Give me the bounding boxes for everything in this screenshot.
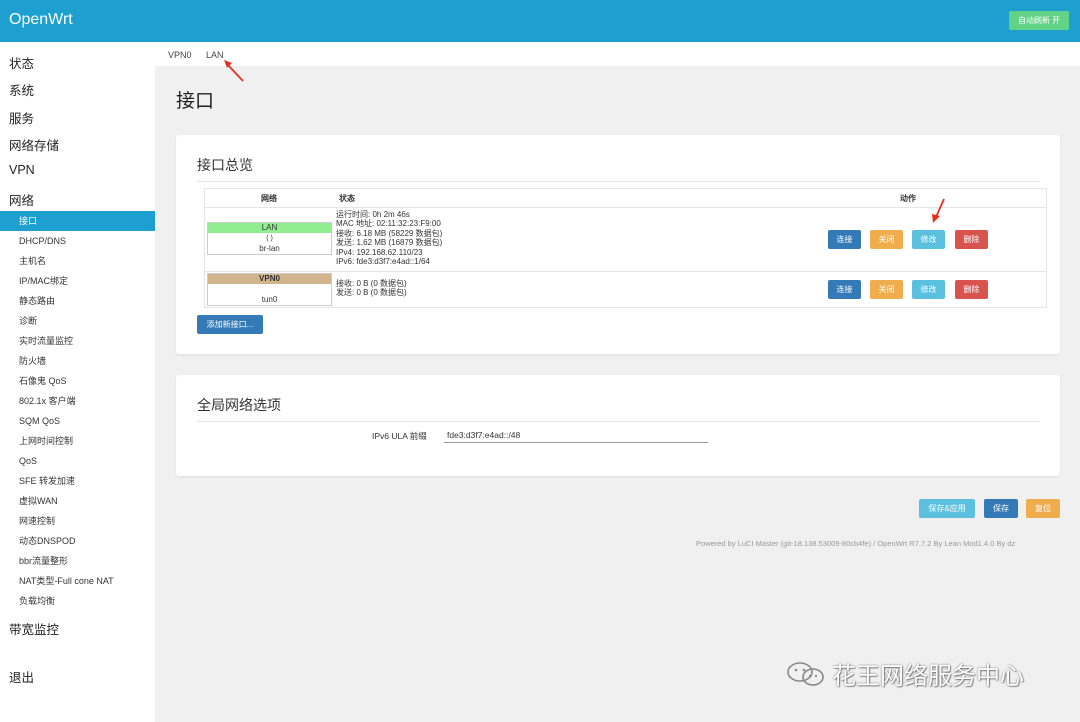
sidebar-item-status[interactable]: 状态 [9,53,34,72]
sidebar-subitem-speed-limit[interactable]: 网速控制 [0,511,155,531]
sidebar-subitem-dnspod[interactable]: 动态DNSPOD [0,531,155,551]
vpn0-stop-button[interactable]: 关闭 [870,280,903,299]
sidebar-item-nas[interactable]: 网络存储 [9,135,59,154]
lan-badge[interactable]: LAN ( ) br-lan [207,222,332,255]
sidebar-item-bandwidth[interactable]: 带宽监控 [9,619,59,638]
red-arrow-icon [224,60,244,82]
save-apply-button[interactable]: 保存&应用 [919,499,975,518]
sidebar-subitem-hostnames[interactable]: 主机名 [0,251,155,271]
interface-tabs: VPN0 LAN [155,42,1080,66]
global-options-title: 全局网络选项 [197,397,281,413]
vpn0-edit-button[interactable]: 修改 [912,280,945,299]
sidebar-subitem-static-routes[interactable]: 静态路由 [0,291,155,311]
vpn0-name: VPN0 [208,274,331,284]
ula-prefix-label: IPv6 ULA 前缀 [372,431,427,441]
sidebar-subitem-ip-mac-bind[interactable]: IP/MAC绑定 [0,271,155,291]
vpn0-badge[interactable]: VPN0 tun0 [207,273,332,306]
sidebar-subitem-gargoyle-qos[interactable]: 石像鬼 QoS [0,371,155,391]
lan-tx: 发送: 1.62 MB (16879 数据包) [336,238,443,248]
sidebar-subitem-time-control[interactable]: 上网时间控制 [0,431,155,451]
col-network: 网络 [261,194,277,203]
sidebar-subitem-8021x-client[interactable]: 802.1x 客户端 [0,391,155,411]
auto-refresh-button[interactable]: 自动刷新 开 [1009,11,1069,30]
col-actions: 动作 [900,194,916,203]
tunnel-icon [208,284,331,295]
sidebar-subitem-firewall[interactable]: 防火墙 [0,351,155,371]
top-bar: OpenWrt 自动刷新 开 [0,0,1080,42]
red-arrow-icon [932,198,945,223]
sidebar-subitem-bbr[interactable]: bbr流量整形 [0,551,155,571]
sidebar-subitem-interfaces[interactable]: 接口 [0,211,155,231]
lan-name: LAN [208,223,331,233]
sidebar-subitem-nat-type[interactable]: NAT类型-Full cone NAT [0,571,155,591]
wechat-icon [787,662,824,686]
brand-logo[interactable]: OpenWrt [9,11,73,29]
lan-stop-button[interactable]: 关闭 [870,230,903,249]
lan-edit-button[interactable]: 修改 [912,230,945,249]
page-title: 接口 [176,91,215,112]
sidebar-subitem-virtual-wan[interactable]: 虚拟WAN [0,491,155,511]
sidebar-subitem-sfe[interactable]: SFE 转发加速 [0,471,155,491]
tab-vpn0[interactable]: VPN0 [168,50,192,60]
sidebar-item-vpn[interactable]: VPN [9,163,35,177]
sidebar-item-logout[interactable]: 退出 [9,667,34,686]
ethernet-icon: ( ) [266,235,273,242]
lan-delete-button[interactable]: 删除 [955,230,988,249]
sidebar-subitem-qos[interactable]: QoS [0,451,155,471]
sidebar-item-services[interactable]: 服务 [9,108,34,127]
lan-mac: MAC 地址: 02:11:32:23:F9:00 [336,219,441,229]
lan-uptime: 运行时间: 0h 2m 46s [336,210,410,219]
sidebar-subitem-dhcp-dns[interactable]: DHCP/DNS [0,231,155,251]
save-button[interactable]: 保存 [984,499,1018,518]
sidebar: 状态 系统 服务 网络存储 VPN 网络 接口 DHCP/DNS 主机名 IP/… [0,42,155,722]
col-status: 状态 [339,194,355,203]
sidebar-item-network[interactable]: 网络 [9,190,34,209]
vpn0-delete-button[interactable]: 删除 [955,280,988,299]
vpn0-rx: 接收: 0 B (0 数据包) [336,279,407,288]
overview-title: 接口总览 [197,157,253,173]
sidebar-subitem-diagnostics[interactable]: 诊断 [0,311,155,331]
lan-status: 运行时间: 0h 2m 46s MAC 地址: 02:11:32:23:F9:0… [336,210,442,266]
vpn0-tx: 发送: 0 B (0 数据包) [336,288,407,298]
lan-ipv6: IPv6: fde3:d3f7:e4ad::1/64 [336,257,430,267]
vpn0-device: tun0 [261,295,278,304]
divider [197,421,1039,422]
lan-connect-button[interactable]: 连接 [828,230,861,249]
vpn0-status: 接收: 0 B (0 数据包) 发送: 0 B (0 数据包) [336,279,407,298]
vpn0-connect-button[interactable]: 连接 [828,280,861,299]
global-options-card: 全局网络选项 [176,375,1060,476]
lan-ipv4: IPv4: 192.168.62.110/23 [336,247,423,257]
watermark-text: 花王网络服务中心 [832,663,1024,690]
sidebar-subitem-load-balance[interactable]: 负载均衡 [0,591,155,611]
ula-prefix-input[interactable] [444,427,708,443]
add-interface-button[interactable]: 添加新接口... [197,315,263,334]
tab-lan[interactable]: LAN [206,50,224,60]
sidebar-subitem-realtime-traffic[interactable]: 实时流量监控 [0,331,155,351]
sidebar-subitem-sqm-qos[interactable]: SQM QoS [0,411,155,431]
sidebar-item-system[interactable]: 系统 [9,80,34,99]
divider [205,271,1046,272]
divider [197,181,1039,182]
footer-credits: Powered by LuCI Master (git-18.138.53009… [696,539,1016,548]
divider [205,207,1046,208]
lan-device: br-lan [259,244,280,253]
reset-button[interactable]: 复位 [1026,499,1060,518]
lan-rx: 接收: 6.18 MB (58229 数据包) [336,228,443,238]
interfaces-table: 网络 状态 动作 LAN ( ) br-lan 运行时间: 0h 2m 46s … [204,188,1047,308]
